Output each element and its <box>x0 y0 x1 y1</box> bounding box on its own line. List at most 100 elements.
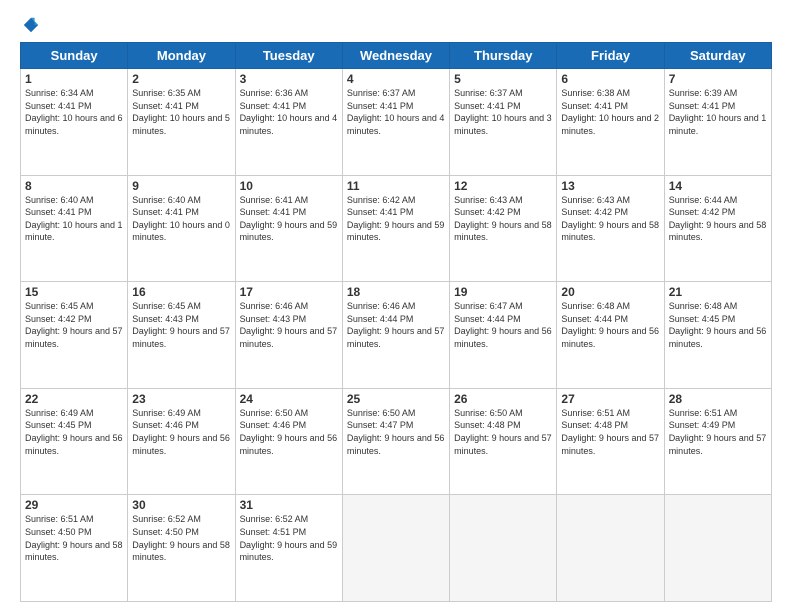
day-number: 31 <box>240 498 338 512</box>
calendar-header-monday: Monday <box>128 43 235 69</box>
day-info: Sunrise: 6:49 AMSunset: 4:45 PMDaylight:… <box>25 407 123 457</box>
day-info: Sunrise: 6:40 AMSunset: 4:41 PMDaylight:… <box>132 194 230 244</box>
day-number: 4 <box>347 72 445 86</box>
calendar-cell: 22Sunrise: 6:49 AMSunset: 4:45 PMDayligh… <box>21 388 128 495</box>
day-number: 12 <box>454 179 552 193</box>
day-number: 2 <box>132 72 230 86</box>
calendar-cell: 28Sunrise: 6:51 AMSunset: 4:49 PMDayligh… <box>664 388 771 495</box>
day-info: Sunrise: 6:34 AMSunset: 4:41 PMDaylight:… <box>25 87 123 137</box>
calendar-cell: 13Sunrise: 6:43 AMSunset: 4:42 PMDayligh… <box>557 175 664 282</box>
day-number: 1 <box>25 72 123 86</box>
day-number: 15 <box>25 285 123 299</box>
day-info: Sunrise: 6:51 AMSunset: 4:50 PMDaylight:… <box>25 513 123 563</box>
calendar-cell: 24Sunrise: 6:50 AMSunset: 4:46 PMDayligh… <box>235 388 342 495</box>
day-info: Sunrise: 6:52 AMSunset: 4:50 PMDaylight:… <box>132 513 230 563</box>
day-number: 5 <box>454 72 552 86</box>
calendar-cell: 3Sunrise: 6:36 AMSunset: 4:41 PMDaylight… <box>235 69 342 176</box>
calendar-header-wednesday: Wednesday <box>342 43 449 69</box>
day-number: 3 <box>240 72 338 86</box>
calendar-cell: 4Sunrise: 6:37 AMSunset: 4:41 PMDaylight… <box>342 69 449 176</box>
day-info: Sunrise: 6:36 AMSunset: 4:41 PMDaylight:… <box>240 87 338 137</box>
day-info: Sunrise: 6:48 AMSunset: 4:45 PMDaylight:… <box>669 300 767 350</box>
day-number: 22 <box>25 392 123 406</box>
calendar-cell: 14Sunrise: 6:44 AMSunset: 4:42 PMDayligh… <box>664 175 771 282</box>
calendar-header-friday: Friday <box>557 43 664 69</box>
calendar-cell: 30Sunrise: 6:52 AMSunset: 4:50 PMDayligh… <box>128 495 235 602</box>
day-info: Sunrise: 6:52 AMSunset: 4:51 PMDaylight:… <box>240 513 338 563</box>
header <box>20 16 772 34</box>
calendar-cell: 8Sunrise: 6:40 AMSunset: 4:41 PMDaylight… <box>21 175 128 282</box>
day-info: Sunrise: 6:43 AMSunset: 4:42 PMDaylight:… <box>561 194 659 244</box>
calendar-cell: 11Sunrise: 6:42 AMSunset: 4:41 PMDayligh… <box>342 175 449 282</box>
day-number: 9 <box>132 179 230 193</box>
day-number: 25 <box>347 392 445 406</box>
calendar: SundayMondayTuesdayWednesdayThursdayFrid… <box>20 42 772 602</box>
day-info: Sunrise: 6:37 AMSunset: 4:41 PMDaylight:… <box>454 87 552 137</box>
day-number: 27 <box>561 392 659 406</box>
calendar-cell <box>450 495 557 602</box>
day-info: Sunrise: 6:40 AMSunset: 4:41 PMDaylight:… <box>25 194 123 244</box>
calendar-cell: 9Sunrise: 6:40 AMSunset: 4:41 PMDaylight… <box>128 175 235 282</box>
calendar-header-tuesday: Tuesday <box>235 43 342 69</box>
calendar-cell: 18Sunrise: 6:46 AMSunset: 4:44 PMDayligh… <box>342 282 449 389</box>
calendar-cell: 2Sunrise: 6:35 AMSunset: 4:41 PMDaylight… <box>128 69 235 176</box>
calendar-cell: 20Sunrise: 6:48 AMSunset: 4:44 PMDayligh… <box>557 282 664 389</box>
calendar-week-2: 8Sunrise: 6:40 AMSunset: 4:41 PMDaylight… <box>21 175 772 282</box>
day-info: Sunrise: 6:46 AMSunset: 4:43 PMDaylight:… <box>240 300 338 350</box>
calendar-cell: 5Sunrise: 6:37 AMSunset: 4:41 PMDaylight… <box>450 69 557 176</box>
day-info: Sunrise: 6:38 AMSunset: 4:41 PMDaylight:… <box>561 87 659 137</box>
day-info: Sunrise: 6:46 AMSunset: 4:44 PMDaylight:… <box>347 300 445 350</box>
day-info: Sunrise: 6:50 AMSunset: 4:48 PMDaylight:… <box>454 407 552 457</box>
day-number: 13 <box>561 179 659 193</box>
day-number: 24 <box>240 392 338 406</box>
calendar-cell: 7Sunrise: 6:39 AMSunset: 4:41 PMDaylight… <box>664 69 771 176</box>
day-info: Sunrise: 6:48 AMSunset: 4:44 PMDaylight:… <box>561 300 659 350</box>
calendar-cell: 10Sunrise: 6:41 AMSunset: 4:41 PMDayligh… <box>235 175 342 282</box>
calendar-cell: 23Sunrise: 6:49 AMSunset: 4:46 PMDayligh… <box>128 388 235 495</box>
calendar-cell: 19Sunrise: 6:47 AMSunset: 4:44 PMDayligh… <box>450 282 557 389</box>
day-info: Sunrise: 6:44 AMSunset: 4:42 PMDaylight:… <box>669 194 767 244</box>
day-number: 11 <box>347 179 445 193</box>
calendar-cell <box>664 495 771 602</box>
day-number: 19 <box>454 285 552 299</box>
day-number: 14 <box>669 179 767 193</box>
calendar-cell: 15Sunrise: 6:45 AMSunset: 4:42 PMDayligh… <box>21 282 128 389</box>
calendar-cell: 31Sunrise: 6:52 AMSunset: 4:51 PMDayligh… <box>235 495 342 602</box>
day-info: Sunrise: 6:41 AMSunset: 4:41 PMDaylight:… <box>240 194 338 244</box>
calendar-week-1: 1Sunrise: 6:34 AMSunset: 4:41 PMDaylight… <box>21 69 772 176</box>
day-info: Sunrise: 6:35 AMSunset: 4:41 PMDaylight:… <box>132 87 230 137</box>
day-info: Sunrise: 6:51 AMSunset: 4:49 PMDaylight:… <box>669 407 767 457</box>
day-info: Sunrise: 6:37 AMSunset: 4:41 PMDaylight:… <box>347 87 445 137</box>
day-number: 8 <box>25 179 123 193</box>
day-number: 20 <box>561 285 659 299</box>
day-info: Sunrise: 6:45 AMSunset: 4:42 PMDaylight:… <box>25 300 123 350</box>
day-number: 6 <box>561 72 659 86</box>
calendar-header-saturday: Saturday <box>664 43 771 69</box>
calendar-cell: 6Sunrise: 6:38 AMSunset: 4:41 PMDaylight… <box>557 69 664 176</box>
day-number: 23 <box>132 392 230 406</box>
day-info: Sunrise: 6:50 AMSunset: 4:47 PMDaylight:… <box>347 407 445 457</box>
day-info: Sunrise: 6:49 AMSunset: 4:46 PMDaylight:… <box>132 407 230 457</box>
day-info: Sunrise: 6:50 AMSunset: 4:46 PMDaylight:… <box>240 407 338 457</box>
calendar-week-5: 29Sunrise: 6:51 AMSunset: 4:50 PMDayligh… <box>21 495 772 602</box>
day-number: 30 <box>132 498 230 512</box>
calendar-week-3: 15Sunrise: 6:45 AMSunset: 4:42 PMDayligh… <box>21 282 772 389</box>
calendar-cell: 29Sunrise: 6:51 AMSunset: 4:50 PMDayligh… <box>21 495 128 602</box>
day-info: Sunrise: 6:39 AMSunset: 4:41 PMDaylight:… <box>669 87 767 137</box>
day-info: Sunrise: 6:45 AMSunset: 4:43 PMDaylight:… <box>132 300 230 350</box>
logo-icon <box>22 16 40 34</box>
calendar-header-sunday: Sunday <box>21 43 128 69</box>
day-number: 26 <box>454 392 552 406</box>
calendar-header-row: SundayMondayTuesdayWednesdayThursdayFrid… <box>21 43 772 69</box>
day-number: 10 <box>240 179 338 193</box>
calendar-cell: 16Sunrise: 6:45 AMSunset: 4:43 PMDayligh… <box>128 282 235 389</box>
day-number: 7 <box>669 72 767 86</box>
calendar-week-4: 22Sunrise: 6:49 AMSunset: 4:45 PMDayligh… <box>21 388 772 495</box>
day-info: Sunrise: 6:42 AMSunset: 4:41 PMDaylight:… <box>347 194 445 244</box>
calendar-cell: 25Sunrise: 6:50 AMSunset: 4:47 PMDayligh… <box>342 388 449 495</box>
calendar-header-thursday: Thursday <box>450 43 557 69</box>
logo <box>20 16 40 34</box>
calendar-cell <box>557 495 664 602</box>
calendar-cell <box>342 495 449 602</box>
day-number: 28 <box>669 392 767 406</box>
